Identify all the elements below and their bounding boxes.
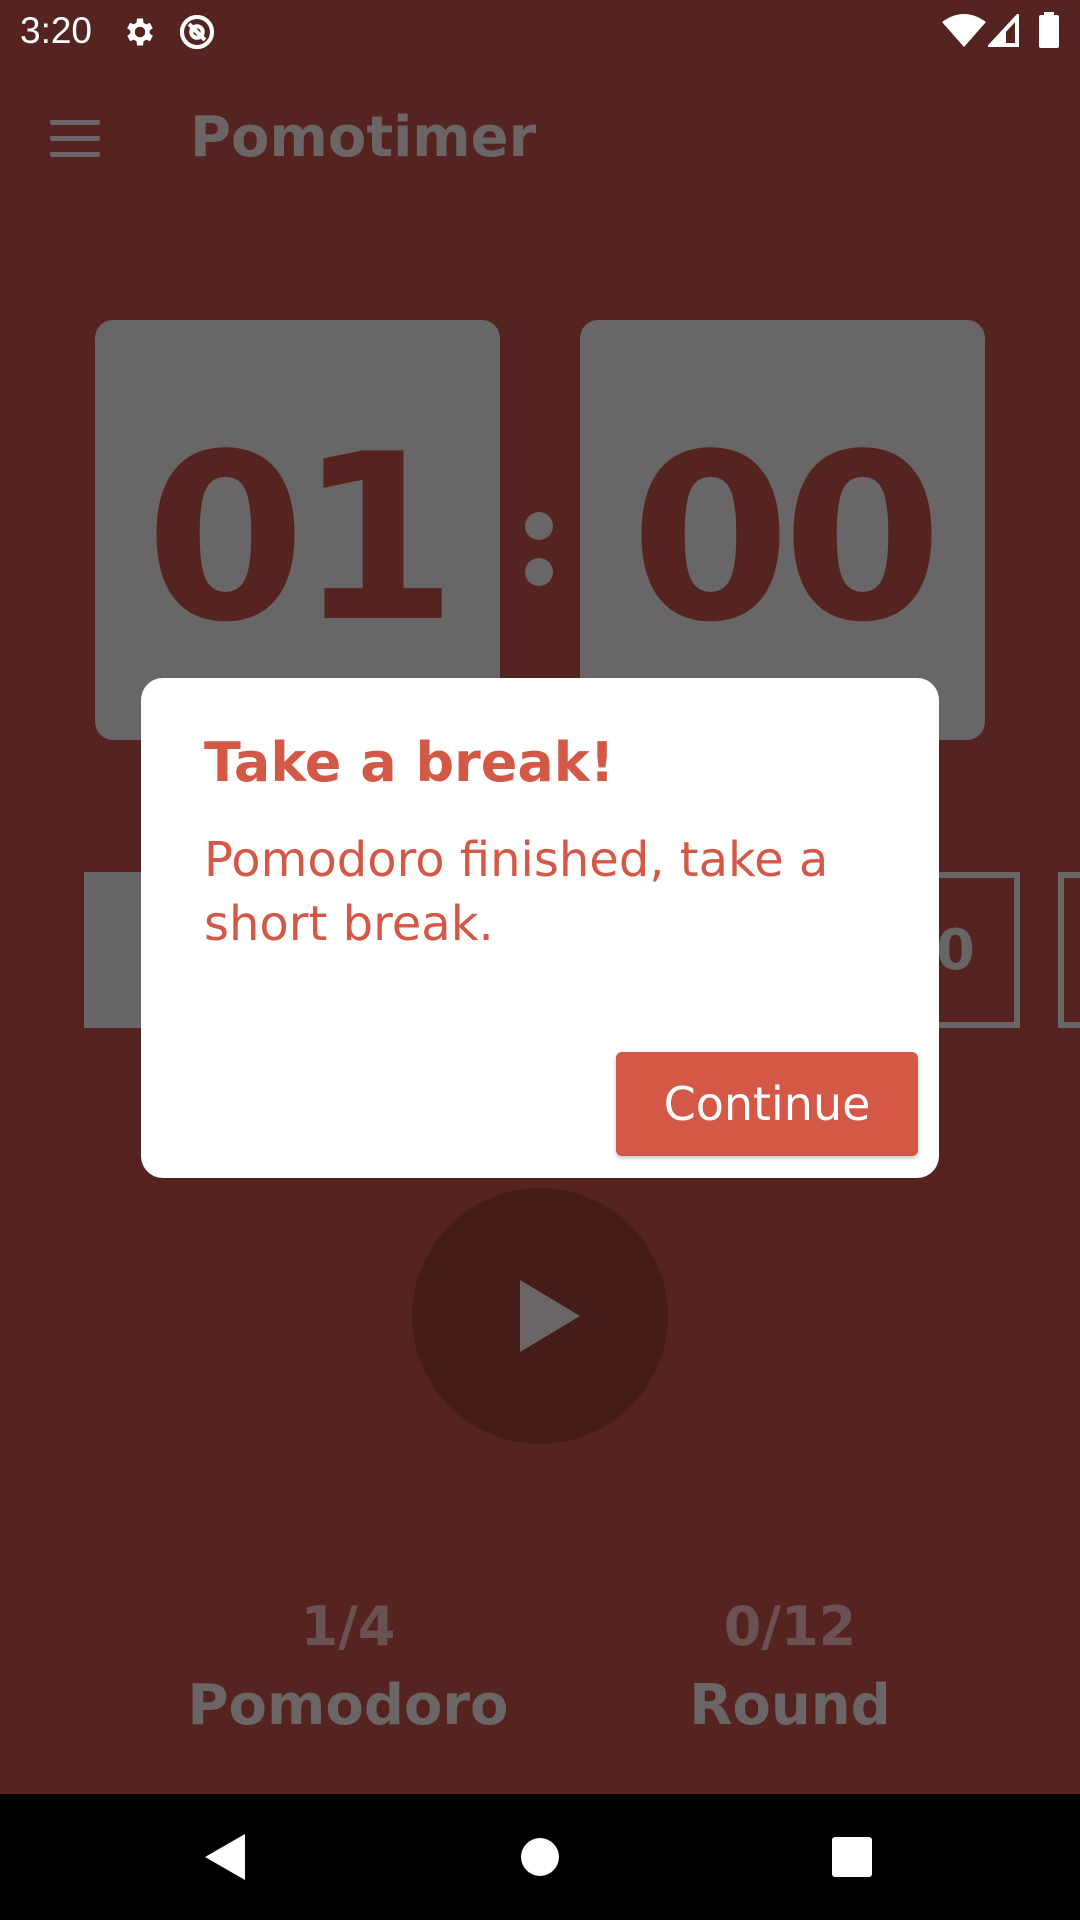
app-title: Pomotimer [190,105,537,170]
pomodoro-label: Pomodoro [187,1673,509,1738]
seconds-value: 00 [630,406,942,673]
minutes-display: 01 [95,320,500,740]
wifi-icon [942,14,986,47]
dialog-title: Take a break! [204,731,615,794]
home-icon[interactable] [520,1837,560,1877]
pomodoro-count: 1/4 [300,1595,396,1658]
session-chip-offscreen[interactable] [1058,872,1080,1028]
dialog-message: Pomodoro finished, take a short break. [204,832,829,952]
continue-button[interactable]: Continue [616,1052,918,1156]
separator-dot-bottom [525,558,553,586]
break-dialog: Take a break! Pomodoro finished, take a … [141,678,939,1178]
recents-icon[interactable] [832,1837,872,1877]
battery-icon [1039,12,1059,48]
cellular-signal-icon [988,14,1019,47]
session-chip-value: 0 [936,918,975,983]
navigation-bar [0,1794,1080,1920]
status-bar: 3:20 [0,0,1080,63]
play-icon [520,1280,580,1352]
status-time: 3:20 [20,10,93,51]
menu-icon[interactable] [50,120,100,158]
round-count: 0/12 [723,1595,857,1658]
play-button[interactable] [412,1188,668,1444]
separator-dot-top [525,512,553,540]
seconds-display: 00 [580,320,985,740]
settings-icon [127,18,153,46]
minutes-value: 01 [145,406,457,673]
round-label: Round [689,1673,891,1738]
at-sign-icon [179,14,215,50]
back-icon[interactable] [205,1834,245,1880]
